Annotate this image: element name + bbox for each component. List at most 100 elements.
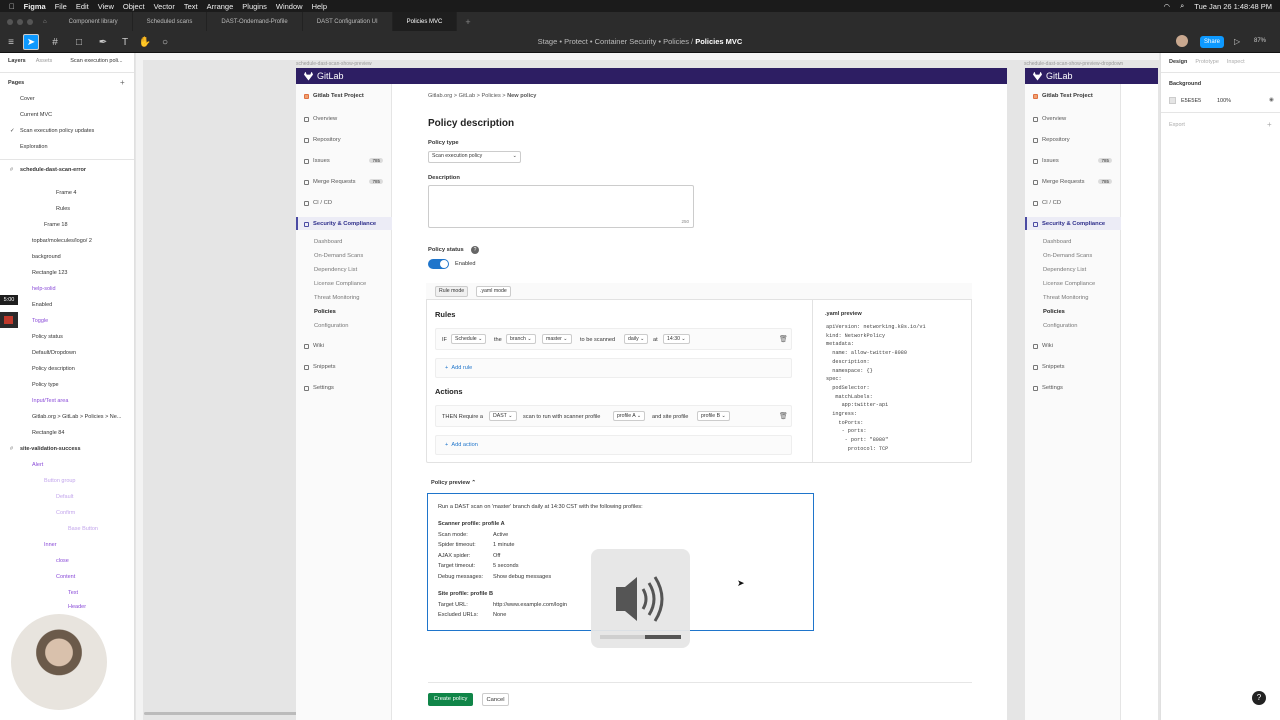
page-item-current[interactable]: Scan execution policy updates bbox=[20, 128, 94, 134]
layer-item[interactable]: Input/Text area bbox=[32, 398, 68, 404]
tab-inspect[interactable]: Inspect bbox=[1227, 59, 1245, 65]
subnav-license-compliance[interactable]: License Compliance bbox=[1043, 281, 1095, 287]
rule-type-dropdown[interactable]: Schedule ⌄ bbox=[451, 334, 487, 344]
file-breadcrumb[interactable]: Stage • Protect • Container Security • P… bbox=[0, 37, 1280, 46]
layer-item[interactable]: topbar/molecules/logo/ 2 bbox=[32, 238, 92, 244]
rule-frequency-dropdown[interactable]: daily ⌄ bbox=[624, 334, 649, 344]
sidebar-item-wiki[interactable]: Wiki bbox=[1033, 343, 1053, 349]
subnav-threat-monitoring[interactable]: Threat Monitoring bbox=[1043, 295, 1088, 301]
page-title[interactable]: Scan execution poli... bbox=[70, 58, 122, 64]
menu-file[interactable]: File bbox=[55, 2, 67, 11]
apple-icon[interactable]:  bbox=[9, 2, 15, 11]
subnav-on-demand-scans[interactable]: On-Demand Scans bbox=[314, 253, 363, 259]
layer-item[interactable]: Content bbox=[56, 574, 75, 580]
layer-item[interactable]: Confirm bbox=[56, 510, 75, 516]
color-swatch[interactable] bbox=[1169, 97, 1176, 104]
scanner-profile-dropdown[interactable]: profile A ⌄ bbox=[613, 411, 646, 421]
tab-prototype[interactable]: Prototype bbox=[1195, 59, 1219, 65]
menu-view[interactable]: View bbox=[98, 2, 114, 11]
policy-status-toggle[interactable] bbox=[428, 259, 449, 269]
layer-item[interactable]: Frame 4 bbox=[56, 190, 76, 196]
project-name[interactable]: Gitlab Test Project bbox=[1033, 93, 1093, 99]
sidebar-item-merge-requests[interactable]: Merge Requests bbox=[1033, 179, 1085, 185]
sidebar-item-repository[interactable]: Repository bbox=[1033, 137, 1070, 143]
frame-label[interactable]: schedule-dast-scan-show-preview bbox=[296, 61, 372, 67]
menu-window[interactable]: Window bbox=[276, 2, 303, 11]
sidebar-item-repository[interactable]: Repository bbox=[304, 137, 341, 143]
layer-item[interactable]: Default bbox=[56, 494, 73, 500]
gitlab-logo-icon[interactable] bbox=[1033, 71, 1042, 81]
tab-design[interactable]: Design bbox=[1169, 59, 1187, 65]
sidebar-item-security[interactable]: Security & Compliance bbox=[304, 221, 376, 227]
layer-item[interactable]: Enabled bbox=[32, 302, 52, 308]
add-rule-button[interactable]: + Add rule bbox=[445, 365, 472, 371]
menu-plugins[interactable]: Plugins bbox=[242, 2, 267, 11]
add-export-icon[interactable]: + bbox=[1267, 120, 1272, 129]
subnav-configuration[interactable]: Configuration bbox=[314, 323, 348, 329]
layers-tab[interactable]: Layers bbox=[8, 58, 26, 64]
policy-preview-toggle[interactable]: Policy preview ⌃ bbox=[431, 480, 476, 486]
add-action-button[interactable]: + Add action bbox=[445, 442, 478, 448]
subnav-dependency-list[interactable]: Dependency List bbox=[1043, 267, 1086, 273]
share-button[interactable]: Share bbox=[1200, 36, 1224, 48]
add-page-icon[interactable]: + bbox=[120, 78, 125, 87]
layer-item[interactable]: Frame 18 bbox=[44, 222, 68, 228]
subnav-policies[interactable]: Policies bbox=[314, 309, 336, 315]
layer-item[interactable]: Base Button bbox=[68, 526, 98, 532]
tab-policies-mvc[interactable]: Policies MVC bbox=[392, 12, 458, 31]
description-textarea[interactable]: 250 bbox=[428, 185, 694, 228]
trash-icon[interactable]: 🗑 bbox=[779, 412, 788, 420]
tab-yaml-mode[interactable]: .yaml mode bbox=[476, 286, 511, 297]
create-policy-button[interactable]: Create policy bbox=[428, 693, 473, 706]
sidebar-item-settings[interactable]: Settings bbox=[304, 385, 334, 391]
layer-item[interactable]: Rules bbox=[56, 206, 70, 212]
trash-icon[interactable]: 🗑 bbox=[779, 335, 788, 343]
rule-time-dropdown[interactable]: 14:30 ⌄ bbox=[663, 334, 690, 344]
sidebar-item-overview[interactable]: Overview bbox=[1033, 116, 1066, 122]
frame-label[interactable]: schedule-dast-scan-show-preview-dropdown bbox=[1024, 61, 1123, 67]
subnav-configuration[interactable]: Configuration bbox=[1043, 323, 1077, 329]
subnav-license-compliance[interactable]: License Compliance bbox=[314, 281, 366, 287]
layer-item[interactable]: Button group bbox=[44, 478, 76, 484]
help-button[interactable]: ? bbox=[1252, 691, 1266, 705]
policy-type-dropdown[interactable]: Scan execution policy ⌄ bbox=[428, 151, 521, 163]
subnav-on-demand-scans[interactable]: On-Demand Scans bbox=[1043, 253, 1092, 259]
new-tab-icon[interactable]: + bbox=[465, 17, 470, 27]
breadcrumb-path[interactable]: Gitlab.org > GitLab > Policies > bbox=[428, 93, 507, 99]
eye-icon[interactable]: ◉ bbox=[1269, 97, 1274, 103]
menu-vector[interactable]: Vector bbox=[154, 2, 175, 11]
sidebar-item-ci-cd[interactable]: CI / CD bbox=[304, 200, 332, 206]
layer-item[interactable]: schedule-dast-scan-error bbox=[20, 167, 86, 173]
home-icon[interactable]: ⌂ bbox=[43, 19, 47, 25]
clock[interactable]: Tue Jan 26 1:48:48 PM bbox=[1194, 2, 1272, 11]
sidebar-item-snippets[interactable]: Snippets bbox=[304, 364, 336, 370]
layer-item[interactable]: Policy description bbox=[32, 366, 75, 372]
camera-control[interactable] bbox=[0, 312, 18, 328]
gitlab-logo-text[interactable]: GitLab bbox=[317, 71, 344, 81]
subnav-policies[interactable]: Policies bbox=[1043, 309, 1065, 315]
present-icon[interactable]: ▷ bbox=[1234, 37, 1240, 46]
tab-dast-configuration-ui[interactable]: DAST Configuration UI bbox=[303, 12, 393, 31]
gitlab-logo-icon[interactable] bbox=[304, 71, 313, 81]
menu-help[interactable]: Help bbox=[312, 2, 327, 11]
sidebar-item-merge-requests[interactable]: Merge Requests bbox=[304, 179, 356, 185]
gitlab-logo-text[interactable]: GitLab bbox=[1046, 71, 1073, 81]
cancel-button[interactable]: Cancel bbox=[482, 693, 509, 706]
layer-item[interactable]: Rectangle 84 bbox=[32, 430, 64, 436]
layer-item[interactable]: Rectangle 123 bbox=[32, 270, 67, 276]
page-item[interactable]: Exploration bbox=[20, 144, 48, 150]
assets-tab[interactable]: Assets bbox=[36, 58, 53, 64]
sidebar-item-snippets[interactable]: Snippets bbox=[1033, 364, 1065, 370]
layer-item[interactable]: background bbox=[32, 254, 61, 260]
rule-branch-type-dropdown[interactable]: branch ⌄ bbox=[506, 334, 536, 344]
wifi-icon[interactable]: ◠ bbox=[1164, 2, 1171, 11]
avatar[interactable] bbox=[1176, 35, 1188, 47]
subnav-dashboard[interactable]: Dashboard bbox=[314, 239, 342, 245]
menu-edit[interactable]: Edit bbox=[76, 2, 89, 11]
menu-text[interactable]: Text bbox=[184, 2, 198, 11]
menu-object[interactable]: Object bbox=[123, 2, 145, 11]
tab-dast-ondemand-profile[interactable]: DAST-Ondemand-Profile bbox=[207, 12, 303, 31]
background-opacity[interactable]: 100% bbox=[1217, 98, 1231, 104]
sidebar-item-settings[interactable]: Settings bbox=[1033, 385, 1063, 391]
window-controls[interactable] bbox=[7, 18, 33, 25]
